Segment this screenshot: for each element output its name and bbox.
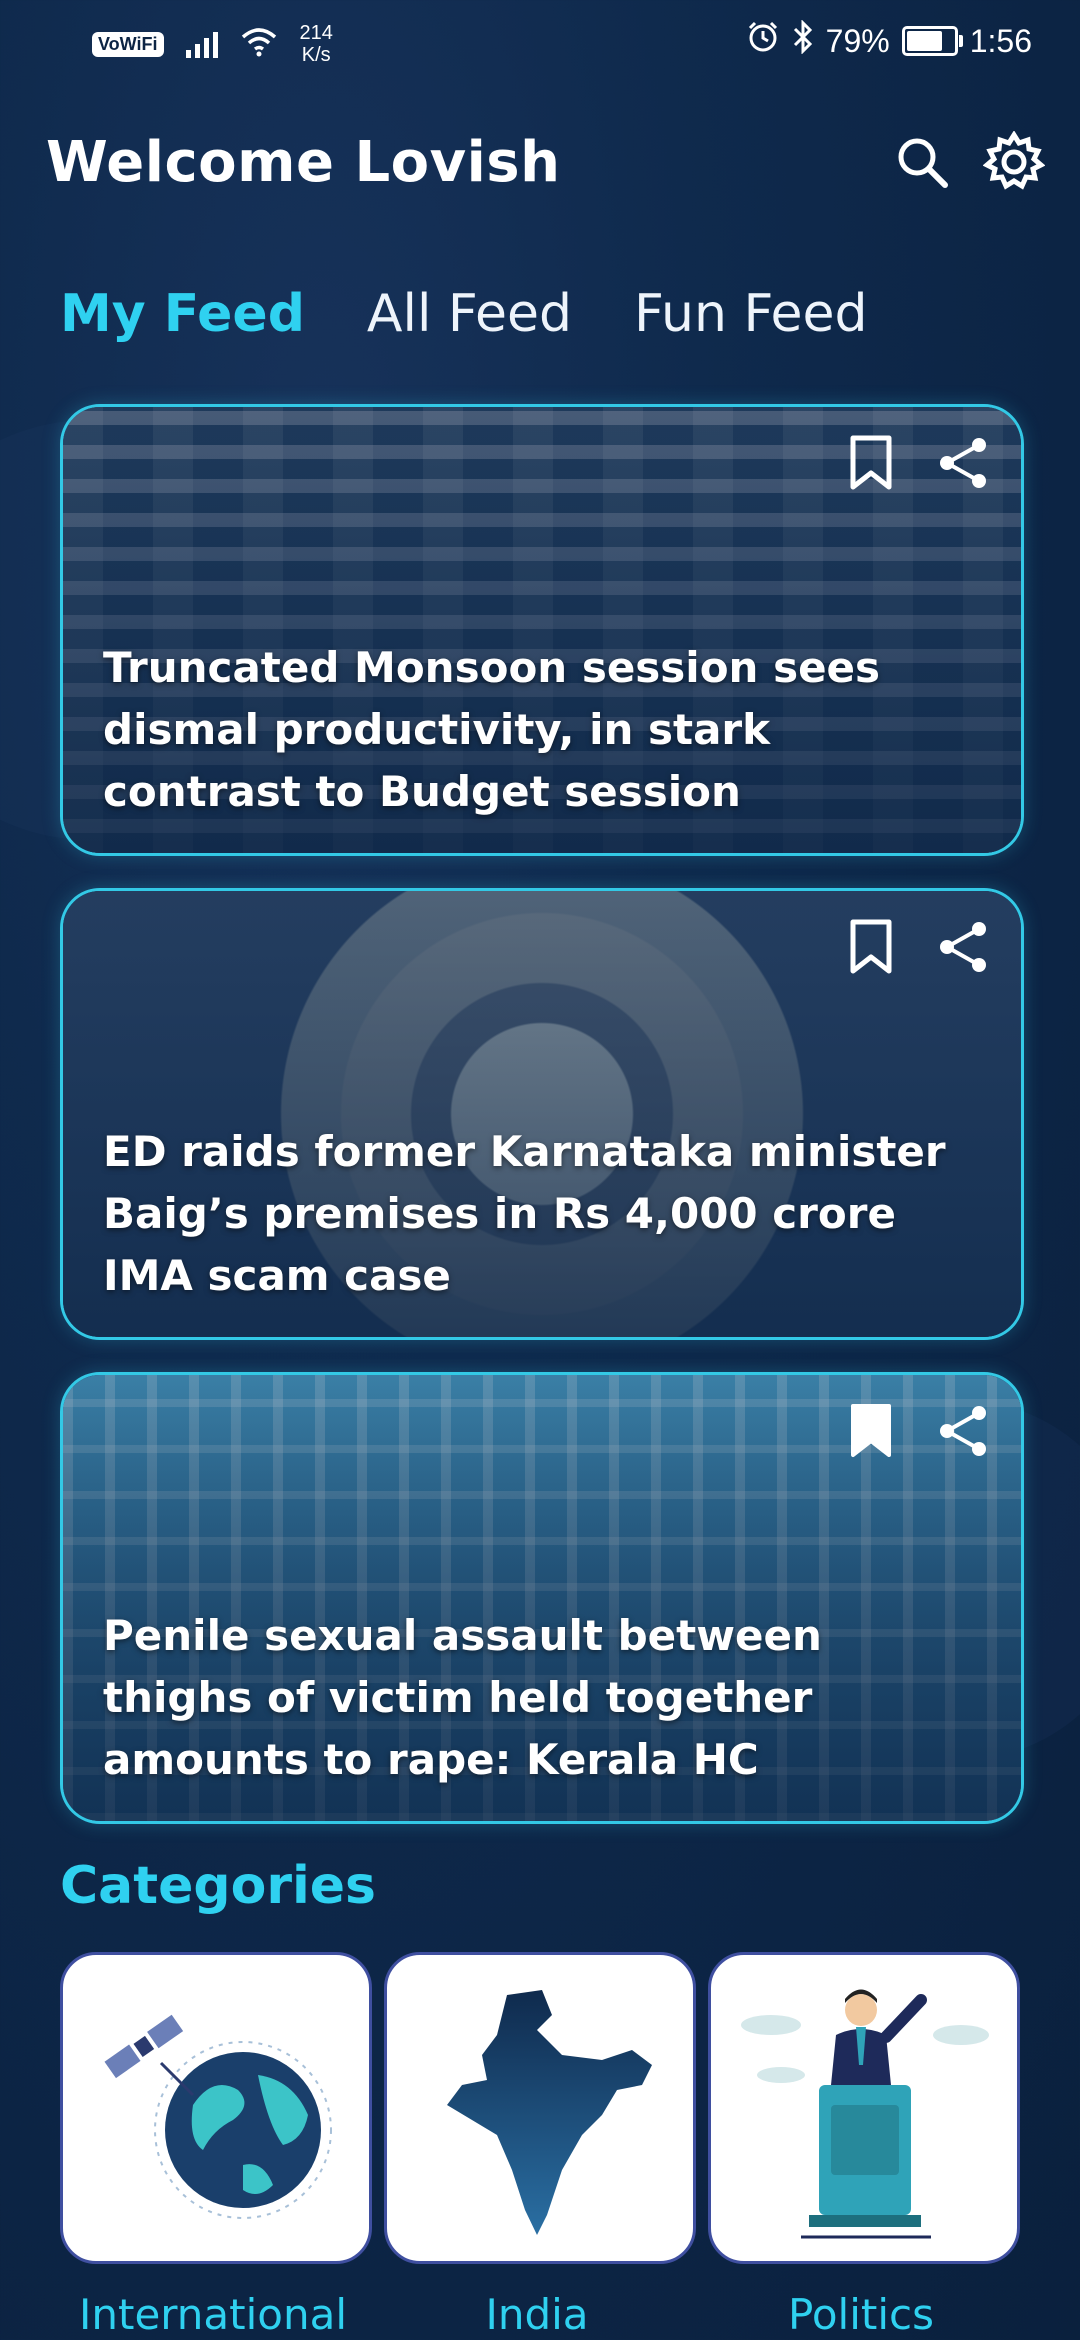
share-button[interactable] <box>935 435 991 491</box>
share-icon <box>940 438 986 488</box>
alarm-icon <box>746 20 780 62</box>
news-card[interactable]: Penile sexual assault between thighs of … <box>60 1372 1024 1824</box>
speed-unit: K/s <box>301 44 331 66</box>
clock: 1:56 <box>969 22 1032 59</box>
bluetooth-icon <box>792 19 814 62</box>
section-title: Categories <box>60 1856 377 1916</box>
status-right: 79% 1:56 <box>746 19 1032 62</box>
category-label: Politics <box>788 2290 934 2339</box>
wifi-icon <box>240 27 278 62</box>
status-bar: VoWiFi 214 K/s 79% 1:56 <box>0 0 1080 84</box>
category-label: International <box>78 2290 348 2339</box>
category-international[interactable] <box>60 1952 372 2264</box>
network-speed: 214 K/s <box>300 22 333 66</box>
search-icon <box>898 138 948 188</box>
share-button[interactable] <box>935 1403 991 1459</box>
bookmark-button[interactable] <box>843 435 899 491</box>
share-icon <box>940 922 986 972</box>
page-title: Welcome Lovish <box>46 130 561 195</box>
bookmark-outline-icon <box>850 919 892 974</box>
settings-button[interactable] <box>982 130 1046 194</box>
tab-all-feed[interactable]: All Feed <box>367 284 572 344</box>
feed-tabs: My Feed All Feed Fun Feed <box>60 284 868 344</box>
news-title: Penile sexual assault between thighs of … <box>103 1611 822 1784</box>
bookmark-outline-icon <box>850 435 892 490</box>
news-title: ED raids former Karnataka minister Baig’… <box>103 1127 946 1300</box>
category-india[interactable] <box>384 1952 696 2264</box>
status-left: VoWiFi 214 K/s <box>92 22 333 66</box>
share-button[interactable] <box>935 919 991 975</box>
speed-value: 214 <box>299 22 333 44</box>
tab-fun-feed[interactable]: Fun Feed <box>634 284 868 344</box>
bookmark-filled-icon <box>851 1404 891 1457</box>
card-actions <box>843 1403 991 1459</box>
battery-icon <box>901 26 963 56</box>
bookmark-button[interactable] <box>843 1403 899 1459</box>
category-politics[interactable] <box>708 1952 1020 2264</box>
signal-icon <box>185 30 218 58</box>
bookmark-button[interactable] <box>843 919 899 975</box>
card-actions <box>843 919 991 975</box>
news-card[interactable]: Truncated Monsoon session sees dismal pr… <box>60 404 1024 856</box>
search-button[interactable] <box>890 130 954 194</box>
tab-my-feed[interactable]: My Feed <box>60 284 305 344</box>
news-card[interactable]: ED raids former Karnataka minister Baig’… <box>60 888 1024 1340</box>
category-label: India <box>485 2290 589 2339</box>
india-map-icon <box>447 1990 652 2235</box>
globe-satellite-icon <box>104 2014 332 2219</box>
gear-icon <box>983 131 1045 190</box>
battery-percent: 79% <box>825 22 890 59</box>
card-actions <box>843 435 991 491</box>
vowifi-badge: VoWiFi <box>92 31 164 57</box>
share-icon <box>940 1406 986 1456</box>
politician-podium-icon <box>741 1989 989 2239</box>
news-title: Truncated Monsoon session sees dismal pr… <box>103 643 881 816</box>
